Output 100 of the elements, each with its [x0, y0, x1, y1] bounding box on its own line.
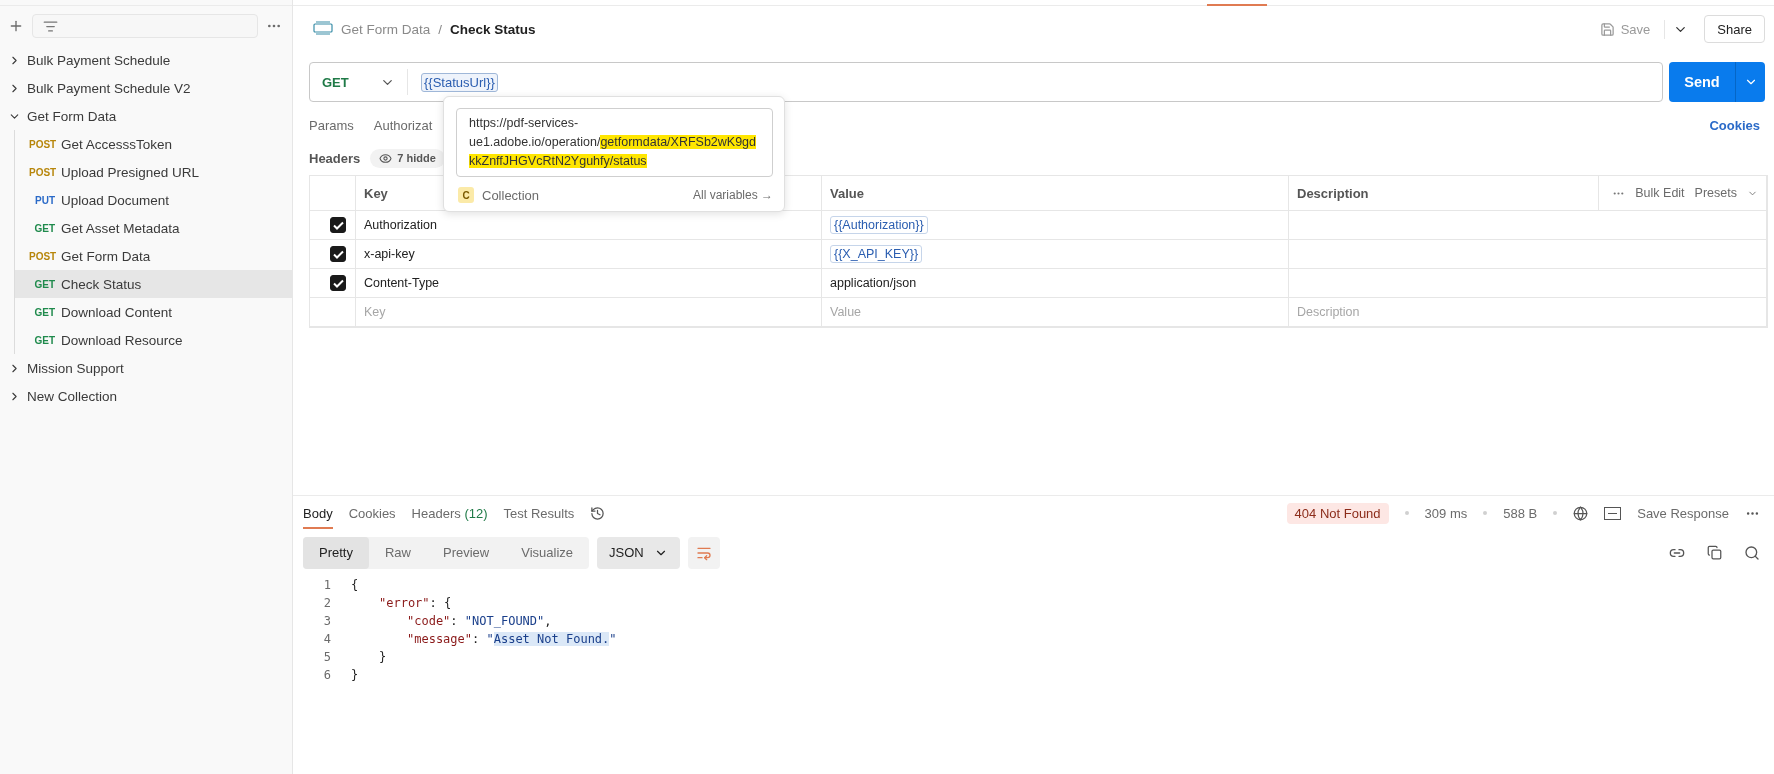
item-label: Bulk Payment Schedule V2	[27, 80, 191, 96]
send-button[interactable]: Send	[1669, 62, 1735, 102]
method-label: POST	[29, 138, 55, 150]
history-icon[interactable]	[590, 505, 606, 521]
method-label: GET	[33, 222, 55, 234]
request-item[interactable]: POST Get Form Data	[15, 242, 292, 270]
request-item[interactable]: PUT Upload Document	[15, 186, 292, 214]
header-value-variable[interactable]: {{X_API_KEY}}	[830, 245, 923, 263]
active-tab-indicator	[1207, 4, 1267, 6]
request-item[interactable]: GET Download Content	[15, 298, 292, 326]
response-tab[interactable]: Headers (12)	[411, 497, 488, 529]
collection-item[interactable]: Bulk Payment Schedule V2	[0, 74, 292, 102]
method-label: GET	[33, 334, 55, 346]
breadcrumb-separator: /	[438, 21, 443, 37]
response-size: 588 B	[1503, 505, 1538, 521]
item-label: Download Resource	[61, 332, 183, 348]
item-label: Get Form Data	[61, 248, 151, 264]
request-item[interactable]: GET Get Asset Metadata	[15, 214, 292, 242]
item-label: Get Form Data	[27, 108, 117, 124]
header-key[interactable]: Authorization	[364, 218, 437, 232]
code-line: }	[351, 668, 359, 682]
item-label: Mission Support	[27, 360, 124, 376]
breadcrumb-parent[interactable]: Get Form Data	[341, 21, 431, 37]
item-label: Bulk Payment Schedule	[27, 52, 171, 68]
bulk-edit-link[interactable]: Bulk Edit	[1635, 186, 1685, 200]
line-number: 4	[322, 632, 331, 646]
view-tab[interactable]: Preview	[427, 536, 506, 569]
row-checkbox[interactable]	[330, 275, 346, 291]
search-icon[interactable]	[1744, 544, 1760, 561]
format-dropdown[interactable]: JSON	[597, 536, 680, 569]
all-variables-link[interactable]: All variables →	[692, 188, 773, 202]
view-tab[interactable]: Visualize	[505, 536, 590, 569]
view-tab[interactable]: Raw	[368, 536, 427, 569]
save-response-button[interactable]: Save Response	[1637, 505, 1729, 521]
breadcrumb-current: Check Status	[450, 21, 536, 37]
http-request-icon	[313, 21, 333, 37]
code-line: {	[351, 578, 359, 592]
item-label: Get AccesssToken	[61, 136, 173, 152]
method-dropdown[interactable]: GET	[310, 69, 408, 95]
header-key[interactable]: Content-Type	[364, 276, 440, 290]
share-button[interactable]: Share	[1704, 15, 1765, 43]
collection-item[interactable]: Bulk Payment Schedule	[0, 46, 292, 74]
hidden-headers-toggle[interactable]: 7 hidde	[370, 148, 445, 168]
view-tab[interactable]: Pretty	[303, 536, 369, 569]
scope-badge: C	[458, 187, 474, 203]
response-tab[interactable]: Body	[303, 497, 333, 529]
collection-item[interactable]: Mission Support	[0, 354, 292, 382]
url-variable[interactable]: {{StatusUrl}}	[421, 72, 498, 92]
request-item[interactable]: GET Check Status	[15, 270, 292, 298]
code-line: "code": "NOT_FOUND",	[407, 614, 552, 628]
variable-value[interactable]: https://pdf-services-ue1.adobe.io/operation/getformdata/XRFSb2wK9gdkkZnffJHGVcRtN2Yguhfy/status	[456, 108, 773, 177]
presets-dropdown[interactable]: Presets	[1694, 186, 1737, 200]
method-label: GET	[33, 278, 55, 290]
method-label: POST	[29, 166, 55, 178]
method-label: POST	[29, 250, 55, 262]
request-item[interactable]: GET Download Resource	[15, 326, 292, 354]
filter-icon	[43, 18, 58, 34]
column-header: Value	[830, 185, 864, 201]
response-time: 309 ms	[1424, 505, 1468, 521]
line-number: 2	[322, 596, 331, 610]
method-label: PUT	[34, 194, 55, 206]
row-checkbox[interactable]	[330, 217, 346, 233]
eye-icon	[379, 151, 393, 165]
request-tab[interactable]: Params	[309, 117, 354, 133]
scope-label: Collection	[482, 187, 540, 203]
line-number: 1	[322, 578, 331, 592]
code-line: }	[379, 650, 387, 664]
response-tab[interactable]: Test Results	[503, 497, 575, 529]
filter-field[interactable]	[32, 14, 258, 38]
header-value-variable[interactable]: {{Authorization}}	[830, 216, 928, 234]
cookies-link[interactable]: Cookies	[1709, 117, 1760, 133]
add-icon[interactable]	[8, 18, 24, 34]
status-badge: 404 Not Found	[1286, 502, 1389, 524]
column-header: Description	[1297, 185, 1369, 201]
header-value[interactable]: application/json	[830, 276, 917, 290]
wrap-button[interactable]	[687, 536, 720, 569]
globe-icon[interactable]	[1573, 505, 1589, 521]
method-label: GET	[33, 306, 55, 318]
request-tab[interactable]: Authorizat	[373, 117, 433, 133]
item-label: Get Asset Metadata	[61, 220, 180, 236]
item-label: Upload Document	[61, 192, 170, 208]
header-key[interactable]: x-api-key	[364, 247, 415, 261]
line-number: 5	[322, 650, 331, 664]
example-icon	[1604, 506, 1622, 520]
headers-title: Headers	[309, 150, 361, 166]
response-tab[interactable]: Cookies	[348, 497, 396, 529]
column-header: Key	[364, 185, 388, 201]
row-checkbox[interactable]	[330, 246, 346, 262]
item-label: New Collection	[27, 388, 118, 404]
line-number: 3	[322, 614, 331, 628]
code-line: "message": "Asset Not Found."	[407, 632, 617, 646]
request-item[interactable]: POST Upload Presigned URL	[15, 158, 292, 186]
collection-item[interactable]: Get Form Data	[0, 102, 292, 130]
item-label: Check Status	[61, 276, 142, 292]
line-number: 6	[322, 668, 331, 682]
collection-item[interactable]: New Collection	[0, 382, 292, 410]
request-item[interactable]: POST Get AccesssToken	[15, 130, 292, 158]
copy-icon[interactable]	[1707, 545, 1722, 560]
save-icon	[1599, 21, 1615, 37]
code-line: "error": {	[379, 596, 452, 610]
